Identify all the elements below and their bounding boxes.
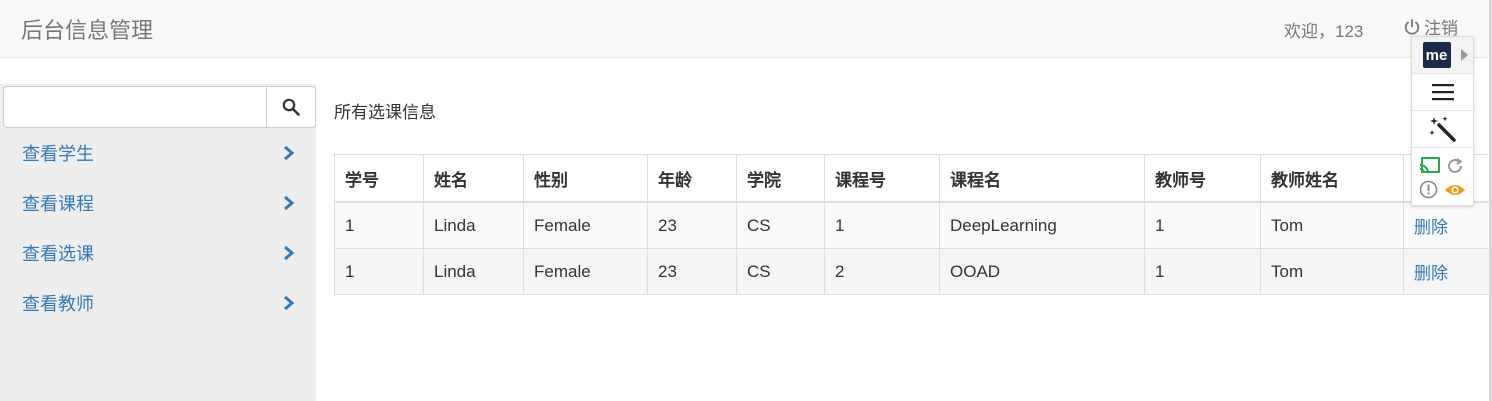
- table-cell: CS: [736, 248, 825, 295]
- sidebar-item-label: 查看课程: [22, 194, 94, 214]
- page-title: 所有选课信息: [334, 103, 436, 122]
- table-row: 1 Linda Female 23 CS 2 OOAD 1 Tom 删除: [334, 248, 1490, 295]
- delete-link[interactable]: 删除: [1414, 264, 1448, 283]
- table-cell: 23: [647, 201, 737, 249]
- delete-cell: 删除: [1403, 201, 1490, 249]
- sidebar-item-label: 查看选课: [22, 244, 94, 264]
- table-header-row: 学号 姓名 性别 年龄 学院 课程号 课程名 教师号 教师姓名: [334, 154, 1490, 203]
- chevron-right-icon: [284, 245, 295, 261]
- table-cell: DeepLearning: [939, 201, 1145, 249]
- menu-icon: [1431, 84, 1454, 101]
- extension-menu-button[interactable]: [1412, 74, 1473, 111]
- sidebar-item-students[interactable]: 查看学生: [0, 128, 316, 178]
- table-cell: 23: [647, 248, 737, 295]
- sidebar-item-label: 查看教师: [22, 294, 94, 314]
- sidebar-item-courses[interactable]: 查看课程: [0, 178, 316, 228]
- table-cell: 1: [1144, 201, 1261, 249]
- column-header: 课程号: [824, 154, 940, 203]
- table-cell: CS: [736, 201, 825, 249]
- table-cell: Linda: [423, 201, 524, 249]
- column-header: 教师号: [1144, 154, 1261, 203]
- sidebar-item-teachers[interactable]: 查看教师: [0, 278, 316, 328]
- table-cell: Tom: [1260, 248, 1404, 295]
- table-cell: 2: [824, 248, 940, 295]
- column-header: 学院: [736, 154, 825, 203]
- column-header: 学号: [334, 154, 424, 203]
- search-button[interactable]: [266, 86, 316, 128]
- table-cell: 1: [1144, 248, 1261, 295]
- table-cell: OOAD: [939, 248, 1145, 295]
- sidebar-item-selections[interactable]: 查看选课: [0, 228, 316, 278]
- magic-wand-icon: [1428, 116, 1456, 142]
- extension-logo-row[interactable]: me: [1412, 37, 1473, 74]
- chevron-right-icon: [284, 195, 295, 211]
- chevron-right-icon: [284, 295, 295, 311]
- table-cell: 1: [334, 248, 424, 295]
- extension-wand-button[interactable]: [1412, 111, 1473, 148]
- extension-tools: [1412, 151, 1473, 203]
- chevron-right-icon: [284, 145, 295, 161]
- play-arrow-icon: [1461, 49, 1468, 61]
- table-row: 1 Linda Female 23 CS 1 DeepLearning 1 To…: [334, 201, 1490, 249]
- extension-logo: me: [1422, 42, 1451, 68]
- course-selection-table: 学号 姓名 性别 年龄 学院 课程号 课程名 教师号 教师姓名 1 Linda …: [334, 154, 1490, 295]
- info-icon[interactable]: [1419, 180, 1438, 199]
- extension-panel: me: [1411, 36, 1474, 206]
- table-cell: Female: [523, 248, 648, 295]
- column-header: 姓名: [423, 154, 524, 203]
- refresh-icon[interactable]: [1446, 157, 1464, 175]
- search-icon: [282, 98, 300, 116]
- table-cell: 1: [824, 201, 940, 249]
- delete-link[interactable]: 删除: [1414, 218, 1448, 237]
- eye-icon[interactable]: [1444, 182, 1466, 198]
- table-cell: 1: [334, 201, 424, 249]
- column-header: 年龄: [647, 154, 737, 203]
- brand-title[interactable]: 后台信息管理: [21, 13, 153, 45]
- sidebar-item-label: 查看学生: [22, 144, 94, 164]
- search-input[interactable]: [3, 86, 266, 128]
- column-header: 课程名: [939, 154, 1145, 203]
- table-cell: Female: [523, 201, 648, 249]
- sidebar-search: [3, 86, 316, 128]
- power-icon: [1404, 18, 1420, 35]
- table-cell: Tom: [1260, 201, 1404, 249]
- delete-cell: 删除: [1403, 248, 1490, 295]
- column-header: 教师姓名: [1260, 154, 1404, 203]
- cast-icon[interactable]: [1419, 157, 1441, 175]
- welcome-text: 欢迎，123: [1284, 22, 1364, 41]
- top-navbar: 后台信息管理 欢迎，123 注销: [0, 0, 1492, 58]
- table-cell: Linda: [423, 248, 524, 295]
- column-header: 性别: [523, 154, 648, 203]
